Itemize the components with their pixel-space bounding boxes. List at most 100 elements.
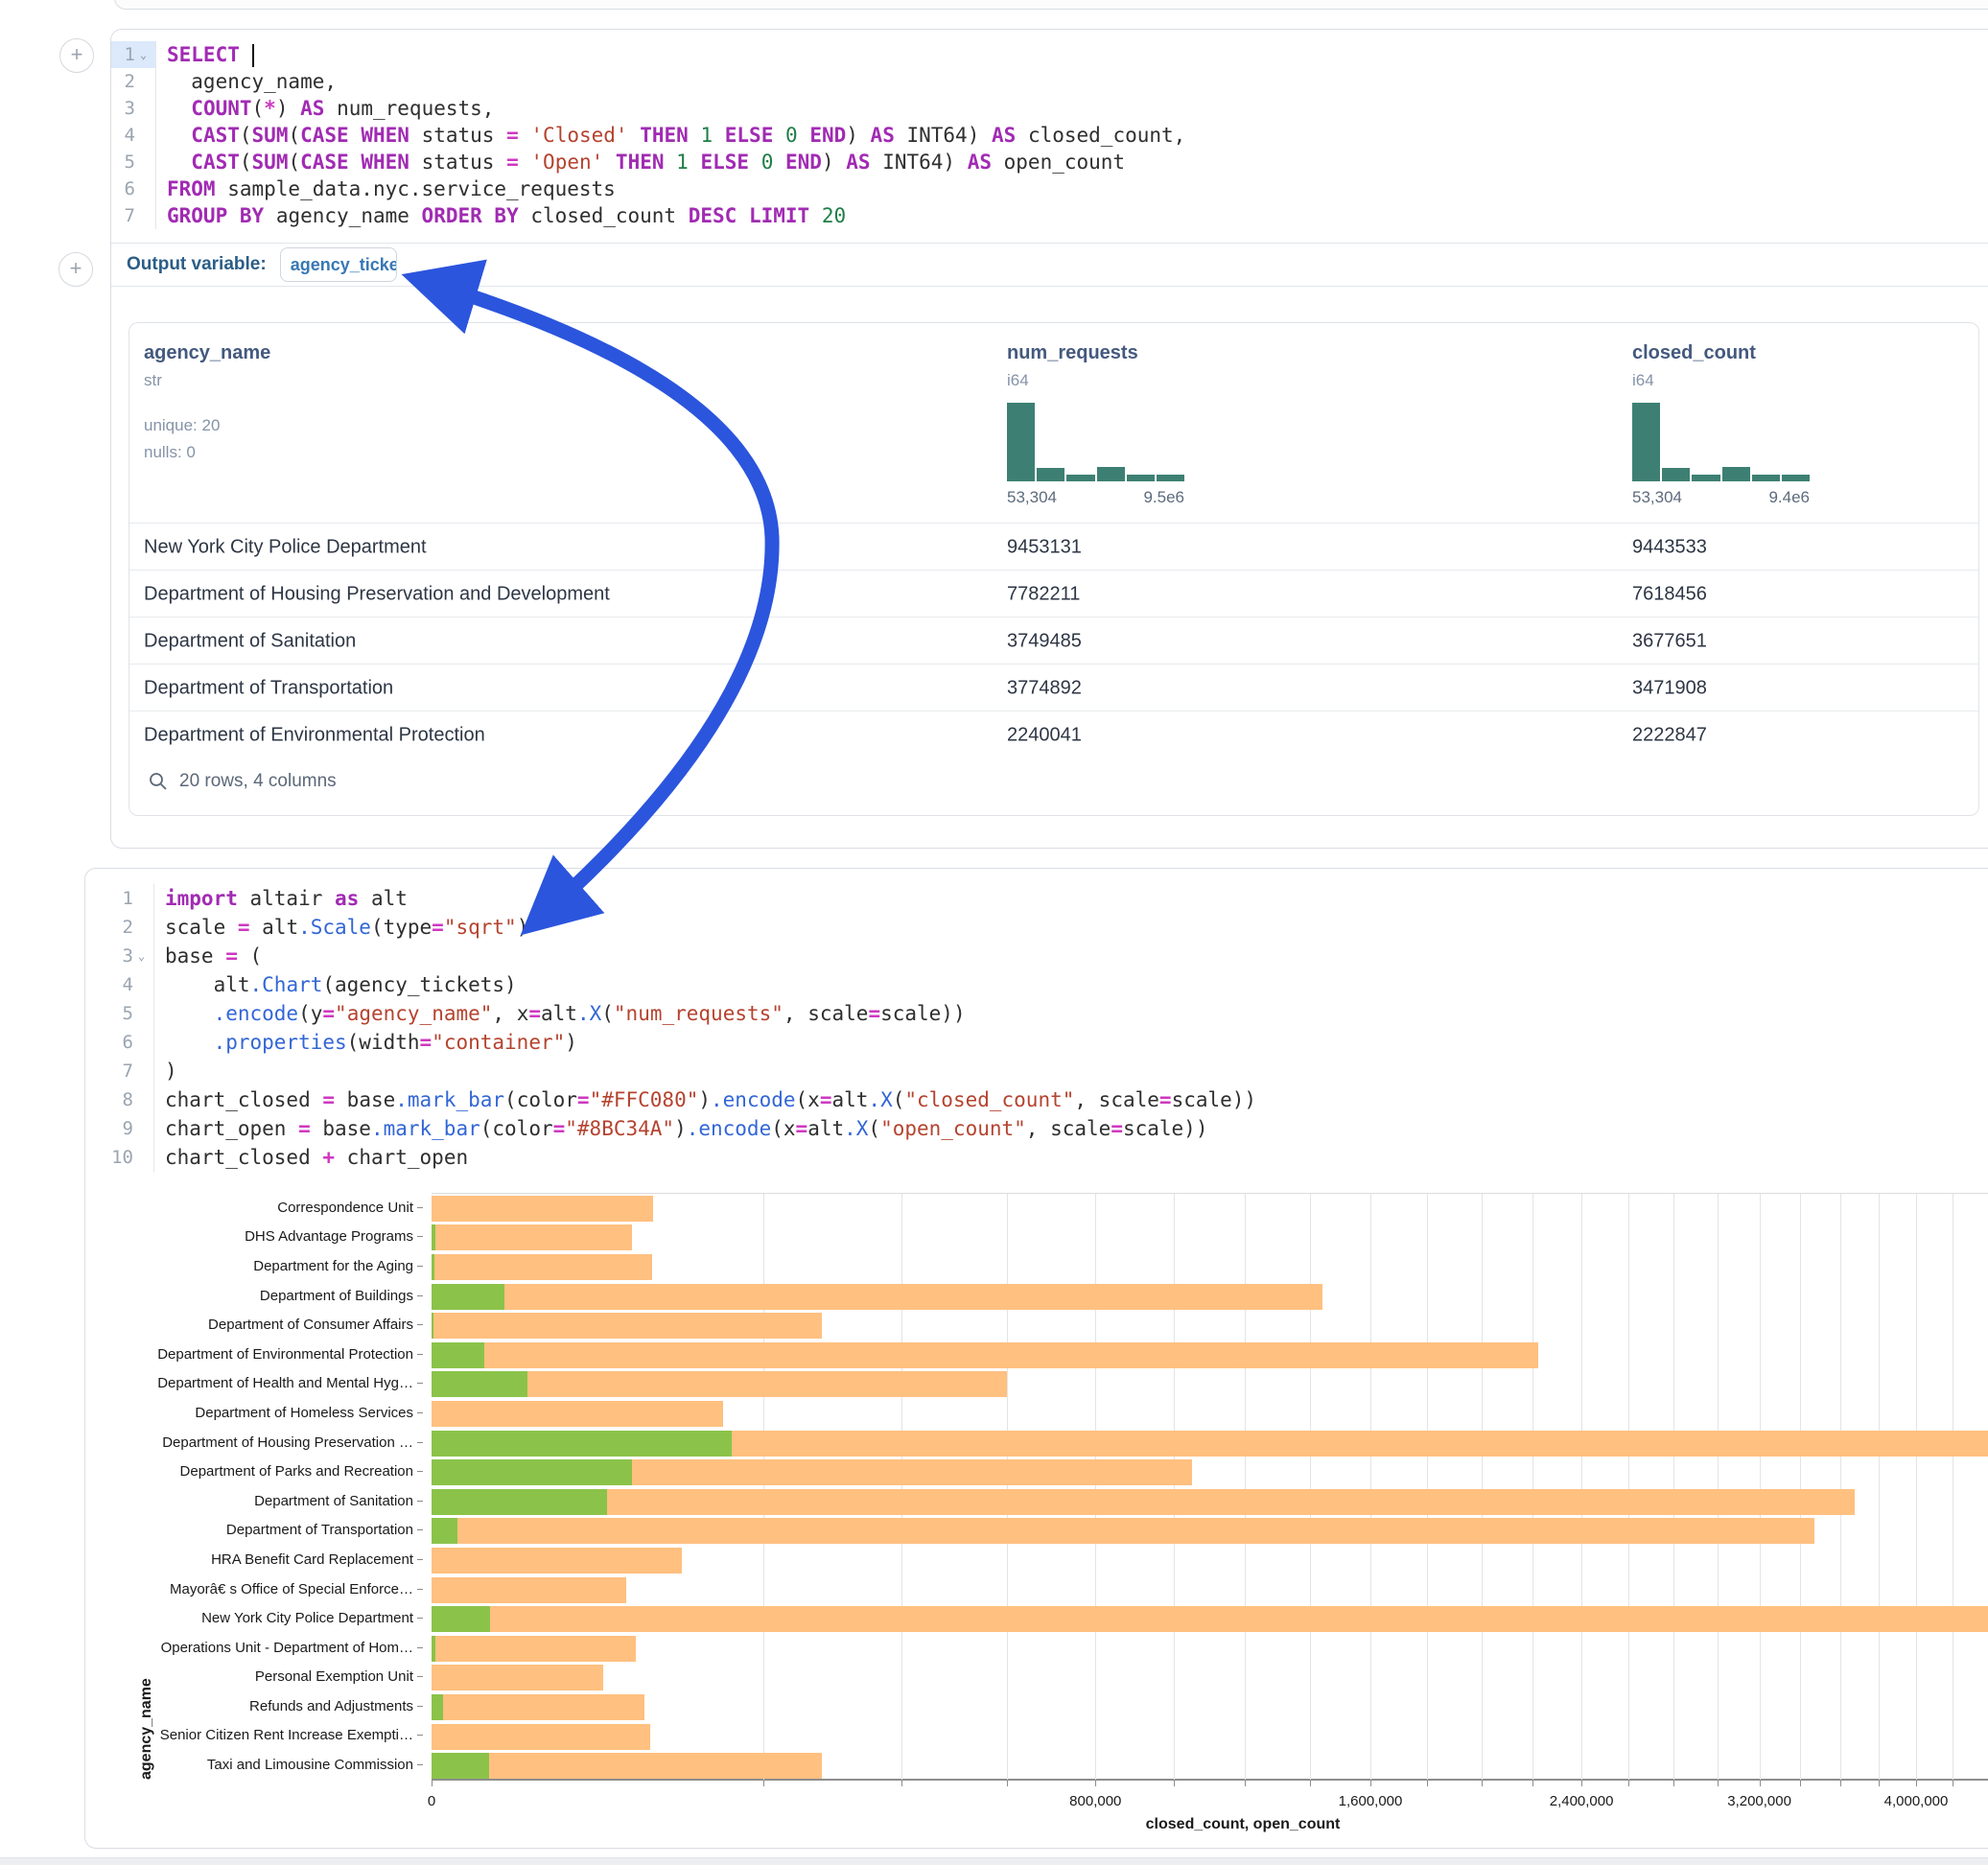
- column-type: i64: [1632, 371, 1654, 390]
- column-header-closed_count[interactable]: closed_count: [1632, 342, 1756, 364]
- sql-line: 3 COUNT(*) AS num_requests,: [111, 95, 1988, 122]
- gridline: [1673, 1194, 1674, 1781]
- collapse-chevron-icon[interactable]: ⌄: [135, 949, 148, 963]
- chart-y-label: Department of Environmental Protection: [157, 1346, 413, 1363]
- y-tick-mark: [417, 1706, 423, 1707]
- histogram-bar: [1097, 467, 1125, 481]
- code-text: GROUP BY agency_name ORDER BY closed_cou…: [156, 204, 846, 227]
- chart-y-label-row: Department for the Aging: [85, 1251, 423, 1281]
- table-cell: 9453131: [1007, 536, 1082, 558]
- chart-x-label: 0: [428, 1793, 435, 1809]
- bar-open-count: [432, 1313, 433, 1339]
- line-number: 1: [85, 884, 154, 913]
- previous-cell-edge: [114, 0, 1988, 10]
- x-tick-mark: [1879, 1780, 1880, 1786]
- histogram-bar: [1692, 475, 1719, 481]
- x-tick-mark: [763, 1780, 764, 1786]
- code-text: COUNT(*) AS num_requests,: [156, 97, 494, 120]
- gridline: [763, 1194, 764, 1781]
- table-cell: 3677651: [1632, 630, 1707, 652]
- column-stat: nulls: 0: [144, 443, 196, 462]
- table-row[interactable]: Department of Environmental Protection 22…: [129, 711, 1978, 758]
- python-code-editor[interactable]: 1import altair as alt2scale = alt.Scale(…: [85, 869, 1988, 1189]
- table-cell: 2240041: [1007, 724, 1082, 746]
- bar-closed-count: [432, 1548, 682, 1574]
- chart-y-label-row: DHS Advantage Programs: [85, 1223, 423, 1252]
- table-footer: 20 rows, 4 columns: [129, 759, 1978, 803]
- add-cell-button-top[interactable]: +: [59, 38, 94, 73]
- chart-y-label-row: Department of Sanitation: [85, 1486, 423, 1516]
- x-tick-mark: [432, 1780, 433, 1786]
- x-tick-mark: [1095, 1780, 1096, 1786]
- column-type: i64: [1007, 371, 1029, 390]
- gridline: [1095, 1194, 1096, 1781]
- output-variable-name: agency_tickets: [291, 255, 397, 275]
- line-number: 4: [111, 122, 156, 149]
- table-row[interactable]: New York City Police Department945313194…: [129, 523, 1978, 571]
- code-text: chart_open = base.mark_bar(color="#8BC34…: [154, 1117, 1207, 1140]
- column-header-agency_name[interactable]: agency_name: [144, 342, 270, 364]
- bar-closed-count: [432, 1342, 1538, 1368]
- chart-plot-area: [432, 1193, 1988, 1781]
- sql-line: 4 CAST(SUM(CASE WHEN status = 'Closed' T…: [111, 122, 1988, 149]
- code-text: chart_closed = base.mark_bar(color="#FFC…: [154, 1088, 1256, 1111]
- search-icon[interactable]: [149, 772, 168, 791]
- table-cell: 2222847: [1632, 724, 1707, 746]
- chart-y-label-row: Department of Parks and Recreation: [85, 1457, 423, 1486]
- chart-y-label: Department for the Aging: [253, 1258, 413, 1274]
- python-line: 4 alt.Chart(agency_tickets): [85, 970, 1988, 999]
- table-row[interactable]: Department of Transportation377489234719…: [129, 664, 1978, 711]
- code-text: ): [154, 1060, 177, 1083]
- python-line: 2scale = alt.Scale(type="sqrt"): [85, 913, 1988, 942]
- x-tick-mark: [1840, 1780, 1841, 1786]
- table-cell: Department of Environmental Protection: [144, 724, 485, 746]
- gridline: [1482, 1194, 1483, 1781]
- gridline: [1310, 1194, 1311, 1781]
- output-variable-badge[interactable]: agency_tickets: [280, 247, 397, 282]
- chart-y-label: Department of Homeless Services: [195, 1405, 413, 1421]
- bar-closed-count: [432, 1724, 650, 1750]
- histogram-bar: [1782, 475, 1810, 481]
- code-text: CAST(SUM(CASE WHEN status = 'Closed' THE…: [156, 124, 1185, 147]
- add-cell-button-output[interactable]: +: [58, 252, 93, 287]
- chart-y-label: Department of Sanitation: [254, 1493, 413, 1509]
- code-text: alt.Chart(agency_tickets): [154, 973, 517, 996]
- table-cell: 3471908: [1632, 677, 1707, 699]
- chart-y-label-row: Department of Homeless Services: [85, 1398, 423, 1428]
- table-row[interactable]: Department of Housing Preservation and D…: [129, 570, 1978, 618]
- python-line: 7): [85, 1057, 1988, 1085]
- x-tick-mark: [1916, 1780, 1917, 1786]
- histogram-bar: [1662, 468, 1690, 481]
- code-text: SELECT: [156, 43, 254, 67]
- bar-open-count: [432, 1431, 732, 1457]
- gridline: [1800, 1194, 1801, 1781]
- bar-open-count: [432, 1224, 435, 1250]
- gridline: [1007, 1194, 1008, 1781]
- chart-x-label: 2,400,000: [1550, 1793, 1614, 1809]
- gridline: [1370, 1194, 1371, 1781]
- chart-y-label: HRA Benefit Card Replacement: [211, 1551, 413, 1568]
- chart-y-label: Personal Exemption Unit: [255, 1668, 413, 1685]
- y-tick-mark: [417, 1207, 423, 1208]
- line-number: 6: [85, 1028, 154, 1057]
- gridline: [1879, 1194, 1880, 1781]
- x-tick-mark: [1628, 1780, 1629, 1786]
- line-number: 2: [85, 913, 154, 942]
- y-tick-mark: [417, 1471, 423, 1472]
- chart-y-label: Mayorâ€ s Office of Special Enforce…: [170, 1581, 413, 1597]
- chart-y-label-row: Department of Housing Preservation …: [85, 1428, 423, 1457]
- column-header-num_requests[interactable]: num_requests: [1007, 342, 1138, 364]
- bar-open-count: [432, 1342, 484, 1368]
- bar-closed-count: [432, 1606, 1988, 1632]
- histogram-bar: [1157, 475, 1184, 481]
- chart-y-label: New York City Police Department: [201, 1610, 413, 1626]
- table-row[interactable]: Department of Sanitation37494853677651: [129, 617, 1978, 664]
- chart-y-label-row: Operations Unit - Department of Hom…: [85, 1633, 423, 1663]
- python-line: 10chart_closed + chart_open: [85, 1143, 1988, 1172]
- gridline: [1760, 1194, 1761, 1781]
- collapse-chevron-icon[interactable]: ⌄: [137, 48, 150, 61]
- gridline: [1581, 1194, 1582, 1781]
- sql-cell-card: 1⌄SELECT 2 agency_name,3 COUNT(*) AS num…: [110, 29, 1988, 849]
- y-tick-mark: [417, 1236, 423, 1237]
- sql-code-editor[interactable]: 1⌄SELECT 2 agency_name,3 COUNT(*) AS num…: [111, 30, 1988, 254]
